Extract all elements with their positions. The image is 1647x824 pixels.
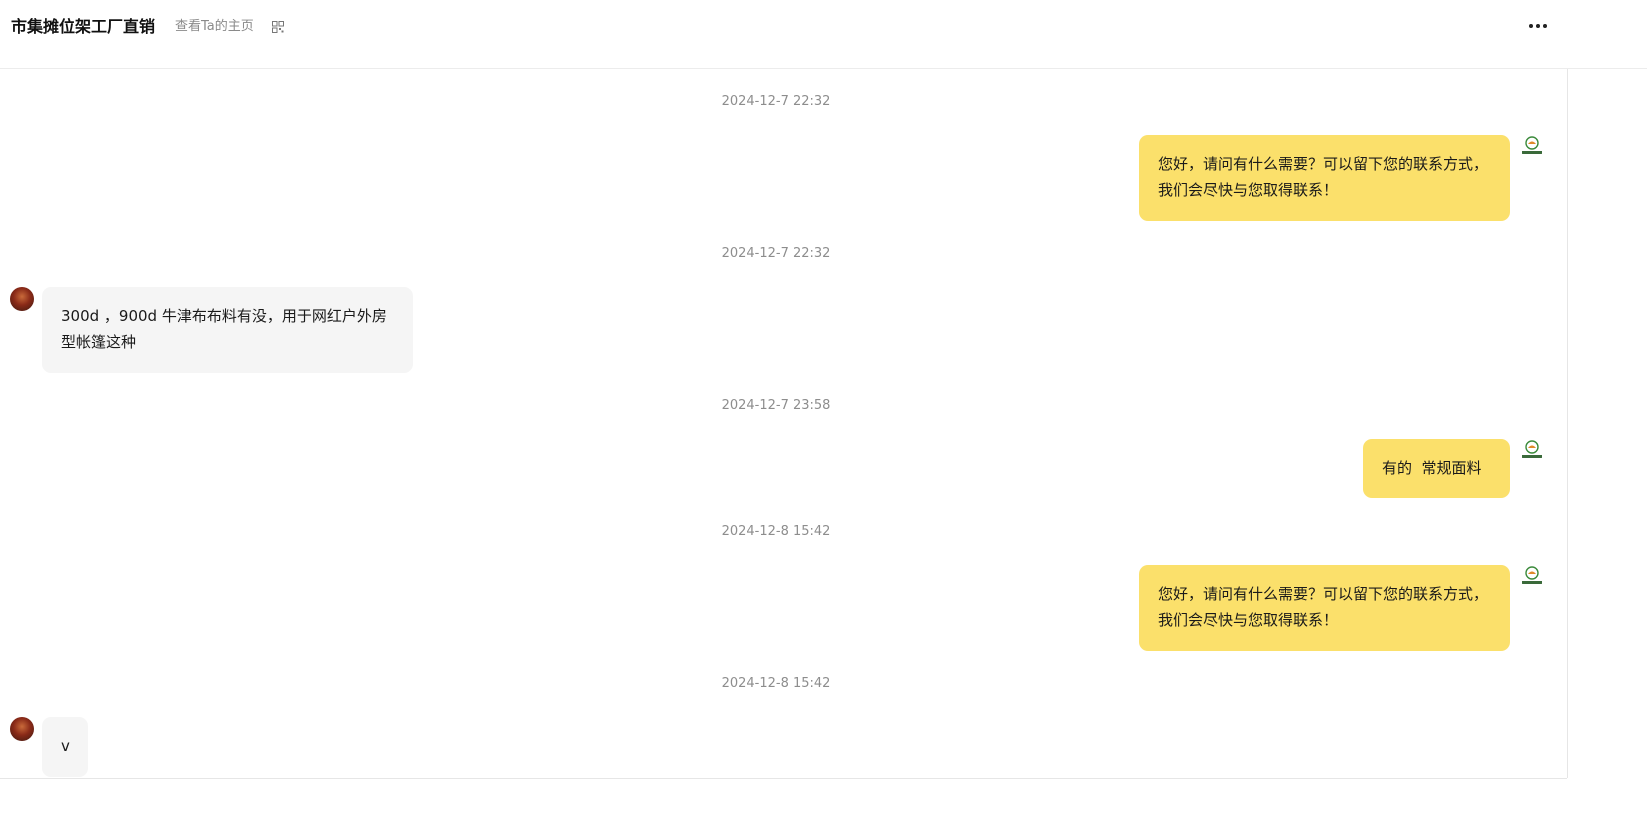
customer-message-bubble[interactable]: 300d ，900d 牛津布布料有没，用于网红户外房型帐篷这种 — [42, 287, 413, 373]
view-homepage-link[interactable]: 查看Ta的主页 — [175, 18, 254, 36]
shop-name: 市集摊位架工厂直销 — [11, 17, 156, 36]
message-timestamp: 2024-12-8 15:42 — [721, 676, 831, 691]
message-list[interactable]: 2024-12-7 22:32 您好，请问有什么需要？可以留下您的联系方式，我们… — [0, 69, 1567, 778]
my-message-bubble[interactable]: 有的 常规面料 — [1363, 439, 1510, 498]
more-options-icon[interactable] — [1528, 16, 1550, 36]
qr-code-icon[interactable] — [272, 21, 284, 33]
my-message-bubble[interactable]: 您好，请问有什么需要？可以留下您的联系方式，我们会尽快与您取得联系！ — [1139, 135, 1510, 221]
shop-avatar — [1520, 439, 1544, 463]
message-timestamp: 2024-12-7 22:32 — [721, 94, 831, 109]
message-timestamp: 2024-12-8 15:42 — [721, 524, 831, 539]
shop-avatar — [1520, 565, 1544, 589]
my-message-bubble[interactable]: 您好，请问有什么需要？可以留下您的联系方式，我们会尽快与您取得联系！ — [1139, 565, 1510, 651]
divider — [0, 778, 1567, 779]
message-timestamp: 2024-12-7 22:32 — [721, 246, 831, 261]
customer-message-bubble[interactable]: v — [42, 717, 88, 777]
customer-avatar — [10, 287, 34, 311]
shop-avatar — [1520, 135, 1544, 159]
message-timestamp: 2024-12-7 23:58 — [721, 398, 831, 413]
chat-header: 市集摊位架工厂直销 查看Ta的主页 — [0, 0, 1647, 69]
customer-avatar — [10, 717, 34, 741]
scrollbar[interactable] — [1567, 69, 1568, 778]
